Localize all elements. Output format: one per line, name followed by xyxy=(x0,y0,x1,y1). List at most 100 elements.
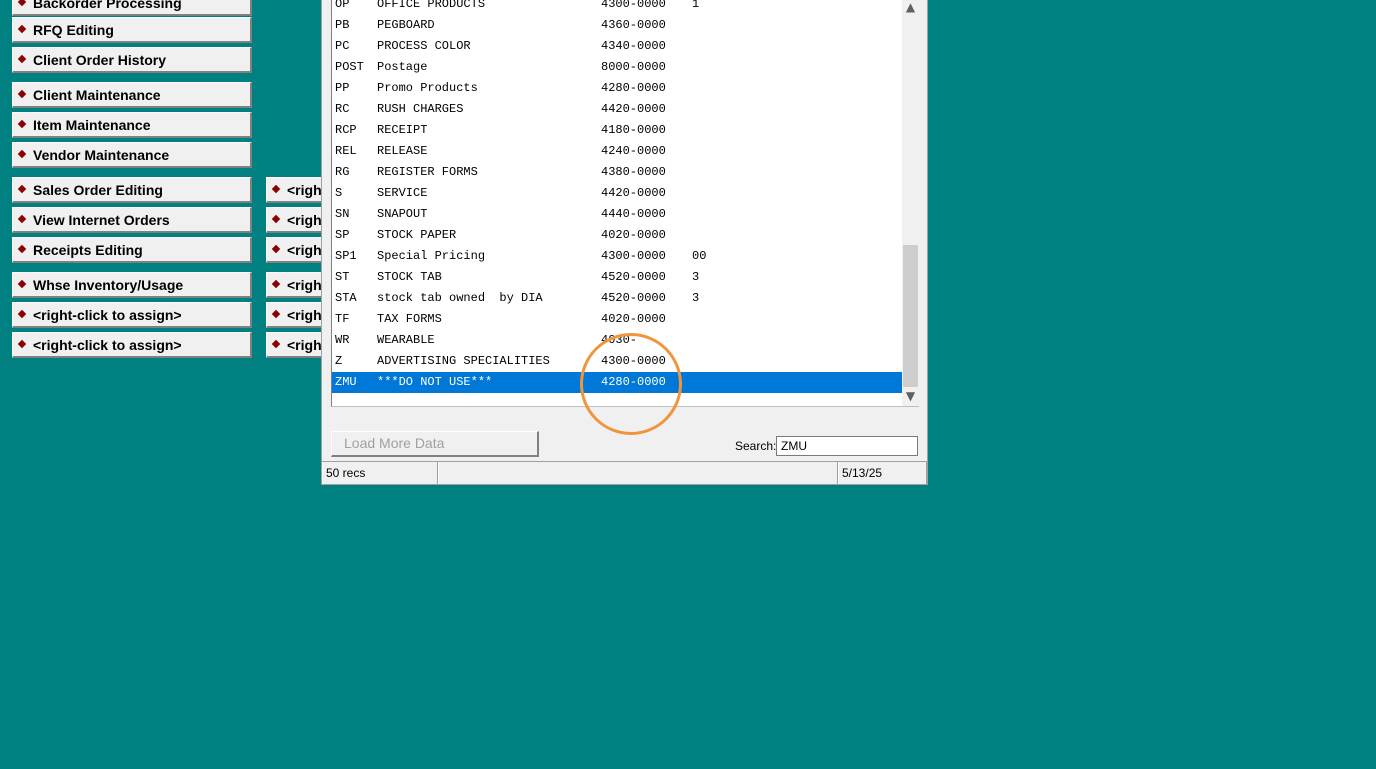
list-row-description: STOCK TAB xyxy=(377,270,442,284)
list-row-description: PEGBOARD xyxy=(377,18,435,32)
list-row-description: Promo Products xyxy=(377,81,478,95)
menu-client-order-history[interactable]: Client Order History xyxy=(12,47,252,73)
diamond-bullet-icon xyxy=(17,24,27,34)
menu-view-internet-orders[interactable]: View Internet Orders xyxy=(12,207,252,233)
list-row[interactable]: PP Promo Products 4280-0000 xyxy=(332,78,902,99)
list-row[interactable]: WR WEARABLE 4030- xyxy=(332,330,902,351)
list-row-description: ADVERTISING SPECIALITIES xyxy=(377,354,550,368)
scroll-down-icon[interactable]: ▼ xyxy=(902,388,919,405)
list-row[interactable]: ZMU ***DO NOT USE*** 4280-0000 xyxy=(332,372,902,393)
list-row-extra: 1 xyxy=(692,0,700,11)
menu-label: Backorder Processing xyxy=(33,0,182,11)
menu-sales-order-editing[interactable]: Sales Order Editing xyxy=(12,177,252,203)
diamond-bullet-icon xyxy=(17,244,27,254)
vertical-scrollbar[interactable]: ▲ ▼ xyxy=(902,0,919,406)
list-row-extra: 3 xyxy=(692,291,700,305)
list-row[interactable]: SP1 Special Pricing 4300-0000 00 xyxy=(332,246,902,267)
scroll-up-icon[interactable]: ▲ xyxy=(902,0,919,16)
list-row-code: PP xyxy=(335,81,350,95)
list-row-code: WR xyxy=(335,333,350,347)
menu-vendor-maintenance[interactable]: Vendor Maintenance xyxy=(12,142,252,168)
list-row-code: S xyxy=(335,186,343,200)
list-row-account: 4520-0000 xyxy=(601,270,666,284)
desktop: Backorder Processing RFQ Editing Client … xyxy=(0,0,1376,769)
menu-label: Receipts Editing xyxy=(33,242,143,258)
diamond-bullet-icon xyxy=(271,309,281,319)
list-row-extra: 3 xyxy=(692,270,700,284)
product-class-list[interactable]: OP OFFICE PRODUCTS 4300-0000 1 PB PEGBOARD 436… xyxy=(331,0,919,407)
list-row[interactable]: TF TAX FORMS 4020-0000 xyxy=(332,309,902,330)
list-row-description: Special Pricing xyxy=(377,249,486,263)
status-record-count: 50 recs xyxy=(322,462,438,484)
list-row-account: 4300-0000 xyxy=(601,0,666,11)
list-row-code: SP xyxy=(335,228,350,242)
list-row-code: POST xyxy=(335,60,364,74)
list-row[interactable]: RC RUSH CHARGES 4420-0000 xyxy=(332,99,902,120)
list-row-account: 4300-0000 xyxy=(601,354,666,368)
list-row-account: 4280-0000 xyxy=(601,81,666,95)
list-row[interactable]: S SERVICE 4420-0000 xyxy=(332,183,902,204)
list-row-description: SNAPOUT xyxy=(377,207,428,221)
list-row[interactable]: OP OFFICE PRODUCTS 4300-0000 1 xyxy=(332,0,902,15)
menu2-unassigned-1[interactable]: <righ xyxy=(266,177,326,203)
list-row[interactable]: SP STOCK PAPER 4020-0000 xyxy=(332,225,902,246)
list-row-extra: 00 xyxy=(692,249,707,263)
list-row-description: RECEIPT xyxy=(377,123,428,137)
menu-unassigned-1[interactable]: <right-click to assign> xyxy=(12,302,252,328)
list-row-account: 4340-0000 xyxy=(601,39,666,53)
diamond-bullet-icon xyxy=(17,54,27,64)
list-row-description: Postage xyxy=(377,60,428,74)
list-row-account: 4360-0000 xyxy=(601,18,666,32)
list-row[interactable]: Z ADVERTISING SPECIALITIES 4300-0000 xyxy=(332,351,902,372)
list-row[interactable]: SN SNAPOUT 4440-0000 xyxy=(332,204,902,225)
list-row[interactable]: POST Postage 8000-0000 xyxy=(332,57,902,78)
diamond-bullet-icon xyxy=(271,339,281,349)
menu-item-maintenance[interactable]: Item Maintenance xyxy=(12,112,252,138)
list-row[interactable]: PC PROCESS COLOR 4340-0000 xyxy=(332,36,902,57)
menu-unassigned-2[interactable]: <right-click to assign> xyxy=(12,332,252,358)
list-row-code: STA xyxy=(335,291,357,305)
diamond-bullet-icon xyxy=(17,309,27,319)
list-row[interactable]: ST STOCK TAB 4520-0000 3 xyxy=(332,267,902,288)
menu2-unassigned-3[interactable]: <righ xyxy=(266,237,326,263)
list-row-code: ZMU xyxy=(335,375,357,389)
scroll-thumb[interactable] xyxy=(903,245,918,387)
menu-backorder-processing[interactable]: Backorder Processing xyxy=(12,0,252,16)
list-row-description: RUSH CHARGES xyxy=(377,102,464,116)
list-row-code: SP1 xyxy=(335,249,357,263)
status-message xyxy=(438,462,838,484)
menu2-unassigned-6[interactable]: <righ xyxy=(266,332,326,358)
list-row[interactable]: REL RELEASE 4240-0000 xyxy=(332,141,902,162)
menu-rfq-editing[interactable]: RFQ Editing xyxy=(12,17,252,43)
menu-whse-inventory-usage[interactable]: Whse Inventory/Usage xyxy=(12,272,252,298)
search-label: Search: xyxy=(735,439,777,453)
menu-label: <righ xyxy=(287,277,322,293)
menu-receipts-editing[interactable]: Receipts Editing xyxy=(12,237,252,263)
diamond-bullet-icon xyxy=(271,244,281,254)
list-row-code: RCP xyxy=(335,123,357,137)
menu2-unassigned-4[interactable]: <righ xyxy=(266,272,326,298)
list-row-description: TAX FORMS xyxy=(377,312,442,326)
list-row-account: 4440-0000 xyxy=(601,207,666,221)
menu2-unassigned-5[interactable]: <righ xyxy=(266,302,326,328)
list-row[interactable]: RG REGISTER FORMS 4380-0000 xyxy=(332,162,902,183)
list-row[interactable]: STA stock tab owned by DIA 4520-0000 3 xyxy=(332,288,902,309)
list-row[interactable]: PB PEGBOARD 4360-0000 xyxy=(332,15,902,36)
diamond-bullet-icon xyxy=(17,149,27,159)
diamond-bullet-icon xyxy=(17,0,27,7)
diamond-bullet-icon xyxy=(17,279,27,289)
list-row-code: TF xyxy=(335,312,350,326)
list-row-account: 4240-0000 xyxy=(601,144,666,158)
list-row-description: PROCESS COLOR xyxy=(377,39,471,53)
list-row-code: PB xyxy=(335,18,350,32)
diamond-bullet-icon xyxy=(17,119,27,129)
list-row[interactable]: RCP RECEIPT 4180-0000 xyxy=(332,120,902,141)
load-more-data-button[interactable]: Load More Data xyxy=(331,431,539,457)
menu-label: Item Maintenance xyxy=(33,117,151,133)
search-input[interactable] xyxy=(776,436,918,456)
menu-client-maintenance[interactable]: Client Maintenance xyxy=(12,82,252,108)
menu2-unassigned-2[interactable]: <righ xyxy=(266,207,326,233)
menu-label: <righ xyxy=(287,337,322,353)
list-row-code: ST xyxy=(335,270,350,284)
menu-label: <righ xyxy=(287,242,322,258)
